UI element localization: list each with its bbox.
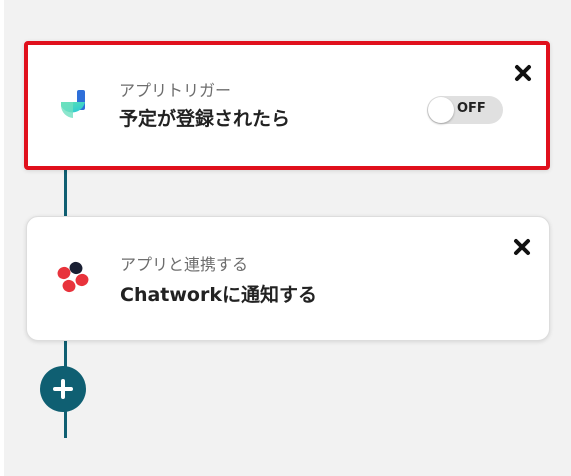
step-category-label: アプリと連携する	[120, 255, 249, 274]
flow-connector	[64, 170, 67, 216]
plus-icon	[53, 379, 73, 399]
step-category-label: アプリトリガー	[119, 81, 232, 100]
close-icon[interactable]	[512, 62, 534, 84]
toggle-knob	[428, 97, 454, 123]
trigger-step-card[interactable]: アプリトリガー 予定が登録されたら OFF	[24, 41, 550, 170]
toggle-label: OFF	[457, 101, 486, 116]
step-title: Chatworkに通知する	[120, 284, 317, 306]
action-step-card[interactable]: アプリと連携する Chatworkに通知する	[26, 216, 550, 341]
add-step-button[interactable]	[40, 366, 86, 412]
timerex-icon	[61, 90, 85, 118]
trigger-toggle[interactable]: OFF	[427, 96, 503, 124]
step-title: 予定が登録されたら	[119, 108, 291, 130]
close-icon[interactable]	[511, 236, 533, 258]
chatwork-icon	[57, 261, 89, 293]
